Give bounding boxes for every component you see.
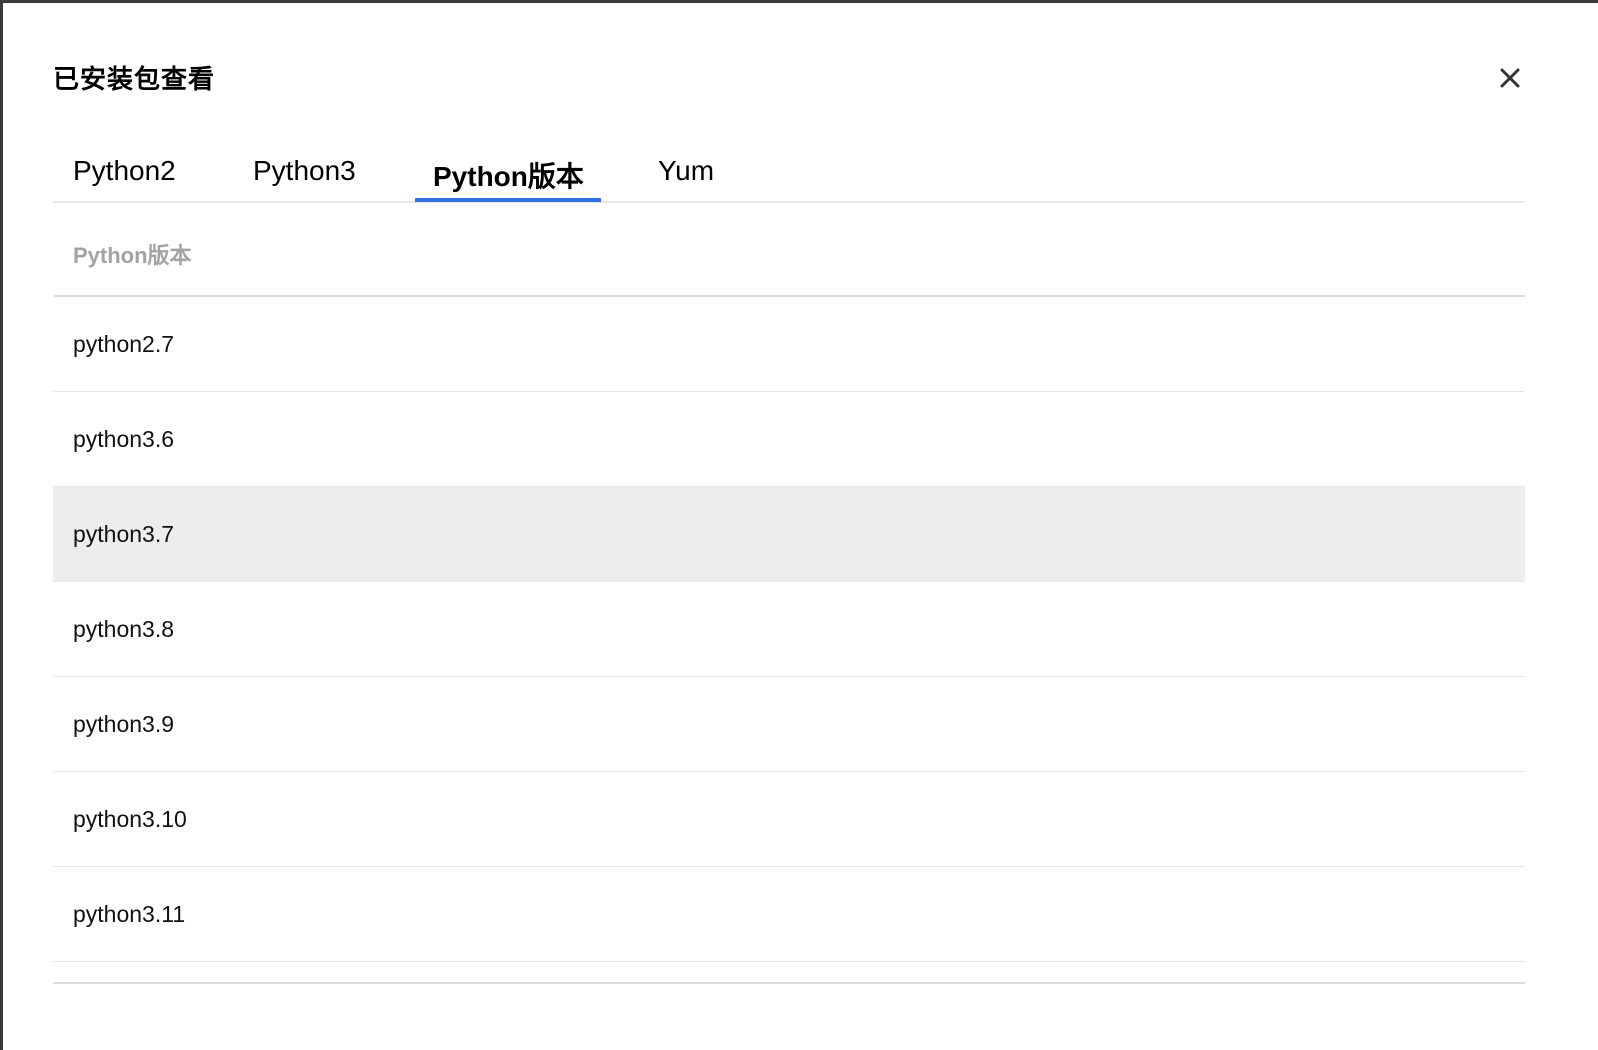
table-row[interactable]: python3.8 xyxy=(53,582,1525,677)
close-icon xyxy=(1500,68,1520,88)
table-header-python-version: Python版本 xyxy=(53,213,1525,297)
dialog-title: 已安装包查看 xyxy=(53,64,216,94)
tab-python2[interactable]: Python2 xyxy=(73,155,176,187)
tab-yum[interactable]: Yum xyxy=(658,155,714,187)
table-row[interactable]: python3.11 xyxy=(53,867,1525,962)
tab-python3[interactable]: Python3 xyxy=(253,155,356,187)
table-row[interactable]: python3.10 xyxy=(53,772,1525,867)
table-row[interactable]: python3.7 xyxy=(53,487,1525,582)
tab-python-version[interactable]: Python版本 xyxy=(433,155,584,195)
table-row[interactable]: python3.9 xyxy=(53,677,1525,772)
active-tab-indicator xyxy=(415,198,601,202)
table-row[interactable]: python2.7 xyxy=(53,297,1525,392)
close-button[interactable] xyxy=(1495,63,1525,93)
tab-bar: Python2 Python3 Python版本 Yum xyxy=(53,143,1525,203)
table-bottom-divider xyxy=(53,982,1525,984)
python-version-table: Python版本 python2.7 python3.6 python3.7 p… xyxy=(53,213,1525,962)
installed-packages-dialog: 已安装包查看 Python2 Python3 Python版本 Yum Pyth… xyxy=(0,0,1598,1050)
table-row[interactable]: python3.6 xyxy=(53,392,1525,487)
